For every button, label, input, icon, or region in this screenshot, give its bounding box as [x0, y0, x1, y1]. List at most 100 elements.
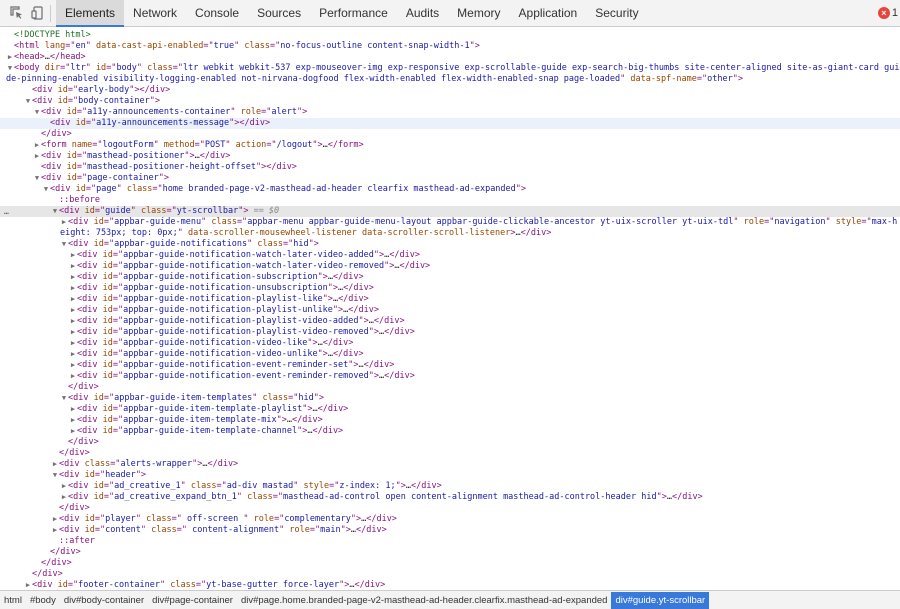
error-counter[interactable]: × 1 — [877, 7, 898, 19]
tab-elements[interactable]: Elements — [56, 0, 125, 27]
dom-node-line[interactable]: <!DOCTYPE html> — [0, 30, 900, 41]
dom-node-line[interactable]: </div> — [0, 558, 900, 569]
triangle-right-icon[interactable]: ▶ — [69, 349, 77, 360]
dom-node-line[interactable]: </div> — [0, 547, 900, 558]
dom-node-line[interactable]: ▶ <div id="appbar-guide-notification-even… — [0, 360, 900, 371]
tab-application[interactable]: Application — [510, 0, 587, 27]
dom-node-line[interactable]: ▼ <div id="a11y-announcements-container" … — [0, 107, 900, 118]
breadcrumb-item[interactable]: div#body-container — [60, 592, 148, 609]
dom-node-line[interactable]: </div> — [0, 569, 900, 580]
triangle-down-icon[interactable]: ▼ — [51, 470, 59, 481]
triangle-right-icon[interactable]: ▶ — [60, 492, 68, 503]
dom-node-line[interactable]: ▶ <div id="appbar-guide-notification-watc… — [0, 261, 900, 272]
dom-node-line[interactable]: <html lang="en" data-cast-api-enabled="t… — [0, 41, 900, 52]
dom-node-line[interactable]: ▼ <div id="header"> — [0, 470, 900, 481]
triangle-right-icon[interactable]: ▶ — [33, 151, 41, 162]
dom-node-line[interactable]: ::before — [0, 195, 900, 206]
triangle-down-icon[interactable]: ▼ — [60, 393, 68, 404]
triangle-right-icon[interactable]: ▶ — [69, 316, 77, 327]
tab-security[interactable]: Security — [586, 0, 647, 27]
dom-node-line[interactable]: </div> — [0, 437, 900, 448]
triangle-down-icon[interactable]: ▼ — [33, 173, 41, 184]
dom-node-line[interactable]: ▶ <div id="appbar-guide-item-template-pla… — [0, 404, 900, 415]
triangle-right-icon[interactable]: ▶ — [60, 217, 68, 228]
breadcrumb-item[interactable]: html — [0, 592, 26, 609]
device-toolbar-icon[interactable] — [31, 6, 45, 20]
dom-node-line[interactable]: ▶ <div id="appbar-guide-notification-play… — [0, 294, 900, 305]
triangle-right-icon[interactable]: ▶ — [60, 481, 68, 492]
triangle-right-icon[interactable]: ▶ — [69, 250, 77, 261]
dom-node-line[interactable]: </div> — [0, 129, 900, 140]
dom-node-line[interactable]: ▶ <div id="ad_creative_expand_btn_1" clas… — [0, 492, 900, 503]
dom-node-line[interactable]: ▶ <div id="appbar-guide-menu" class="appb… — [0, 217, 900, 239]
tab-memory[interactable]: Memory — [448, 0, 509, 27]
triangle-right-icon[interactable]: ▶ — [69, 371, 77, 382]
dom-node-line[interactable]: <div id="a11y-announcements-message"></d… — [0, 118, 900, 129]
dom-node-line[interactable]: ▶ <div id="appbar-guide-notification-unsu… — [0, 283, 900, 294]
triangle-right-icon[interactable]: ▶ — [69, 272, 77, 283]
dom-node-line[interactable]: ▶ <div class="alerts-wrapper">…</div> — [0, 459, 900, 470]
dom-node-line[interactable]: ▶ <div id="player" class=" off-screen " r… — [0, 514, 900, 525]
dom-node-line[interactable]: ▶ <div id="ad_creative_1" class="ad-div m… — [0, 481, 900, 492]
triangle-down-icon[interactable]: ▼ — [51, 206, 59, 217]
dom-node-line[interactable]: ▶ <div id="footer-container" class="yt-ba… — [0, 580, 900, 590]
triangle-right-icon[interactable]: ▶ — [69, 426, 77, 437]
triangle-right-icon[interactable]: ▶ — [69, 305, 77, 316]
dom-node-line[interactable]: ::after — [0, 536, 900, 547]
inspect-element-icon[interactable] — [10, 6, 24, 20]
dom-node-line[interactable]: ▶ <head>…</head> — [0, 52, 900, 63]
dom-node-line[interactable]: <div id="early-body"></div> — [0, 85, 900, 96]
breadcrumb-item[interactable]: div#guide.yt-scrollbar — [611, 591, 710, 609]
breadcrumb-item[interactable]: #body — [26, 592, 60, 609]
dom-node-line[interactable]: ▼ <body dir="ltr" id="body" class="ltr we… — [0, 63, 900, 85]
breadcrumb-item[interactable]: div#page.home.branded-page-v2-masthead-a… — [237, 592, 612, 609]
breadcrumb-item[interactable]: div#page-container — [148, 592, 237, 609]
tab-performance[interactable]: Performance — [310, 0, 397, 27]
triangle-right-icon[interactable]: ▶ — [6, 52, 14, 63]
dom-node-line[interactable]: ▶ <div id="appbar-guide-notification-play… — [0, 305, 900, 316]
dom-node-line[interactable]: ▶ <div id="appbar-guide-item-template-cha… — [0, 426, 900, 437]
dom-node-line[interactable]: ▶ <form name="logoutForm" method="POST" a… — [0, 140, 900, 151]
triangle-right-icon[interactable]: ▶ — [69, 404, 77, 415]
triangle-down-icon[interactable]: ▼ — [24, 96, 32, 107]
triangle-right-icon[interactable]: ▶ — [69, 415, 77, 426]
triangle-right-icon[interactable]: ▶ — [33, 140, 41, 151]
triangle-right-icon[interactable]: ▶ — [69, 327, 77, 338]
triangle-down-icon[interactable]: ▼ — [6, 63, 14, 74]
triangle-right-icon[interactable]: ▶ — [69, 360, 77, 371]
triangle-right-icon[interactable]: ▶ — [69, 338, 77, 349]
dom-node-line[interactable]: </div> — [0, 503, 900, 514]
dom-node-line[interactable]: ▶ <div id="appbar-guide-item-template-mix… — [0, 415, 900, 426]
tab-audits[interactable]: Audits — [397, 0, 448, 27]
dom-node-line[interactable]: ▶ <div id="masthead-positioner">…</div> — [0, 151, 900, 162]
triangle-down-icon[interactable]: ▼ — [33, 107, 41, 118]
triangle-down-icon[interactable]: ▼ — [42, 184, 50, 195]
tab-console[interactable]: Console — [186, 0, 248, 27]
dom-node-line[interactable]: ▶ <div id="appbar-guide-notification-play… — [0, 316, 900, 327]
dom-node-line[interactable]: </div> — [0, 382, 900, 393]
triangle-right-icon[interactable]: ▶ — [69, 294, 77, 305]
dom-node-line[interactable]: ▼ <div id="appbar-guide-notifications" cl… — [0, 239, 900, 250]
dom-node-line[interactable]: ▶ <div id="appbar-guide-notification-even… — [0, 371, 900, 382]
dom-node-line[interactable]: ▶ <div id="appbar-guide-notification-subs… — [0, 272, 900, 283]
tab-network[interactable]: Network — [124, 0, 186, 27]
dom-node-line[interactable]: ▶ <div id="appbar-guide-notification-vide… — [0, 338, 900, 349]
dom-node-line[interactable]: </div> — [0, 448, 900, 459]
dom-node-line[interactable]: ▶ <div id="appbar-guide-notification-play… — [0, 327, 900, 338]
dom-node-line[interactable]: ▼ <div id="page-container"> — [0, 173, 900, 184]
triangle-right-icon[interactable]: ▶ — [51, 459, 59, 470]
node-actions-icon[interactable]: … — [4, 206, 9, 217]
dom-node-line[interactable]: ▼ <div id="body-container"> — [0, 96, 900, 107]
dom-node-line[interactable]: ▶ <div id="appbar-guide-notification-watc… — [0, 250, 900, 261]
tab-sources[interactable]: Sources — [248, 0, 310, 27]
triangle-right-icon[interactable]: ▶ — [69, 261, 77, 272]
triangle-right-icon[interactable]: ▶ — [69, 283, 77, 294]
dom-node-line[interactable]: … ▼ <div id="guide" class="yt-scrollbar"> … — [0, 206, 900, 217]
triangle-right-icon[interactable]: ▶ — [51, 525, 59, 536]
dom-node-line[interactable]: ▶ <div id="content" class=" content-align… — [0, 525, 900, 536]
dom-node-line[interactable]: ▼ <div id="appbar-guide-item-templates" c… — [0, 393, 900, 404]
dom-node-line[interactable]: ▶ <div id="appbar-guide-notification-vide… — [0, 349, 900, 360]
dom-node-line[interactable]: ▼ <div id="page" class="home branded-page… — [0, 184, 900, 195]
dom-node-line[interactable]: <div id="masthead-positioner-height-offs… — [0, 162, 900, 173]
triangle-right-icon[interactable]: ▶ — [51, 514, 59, 525]
